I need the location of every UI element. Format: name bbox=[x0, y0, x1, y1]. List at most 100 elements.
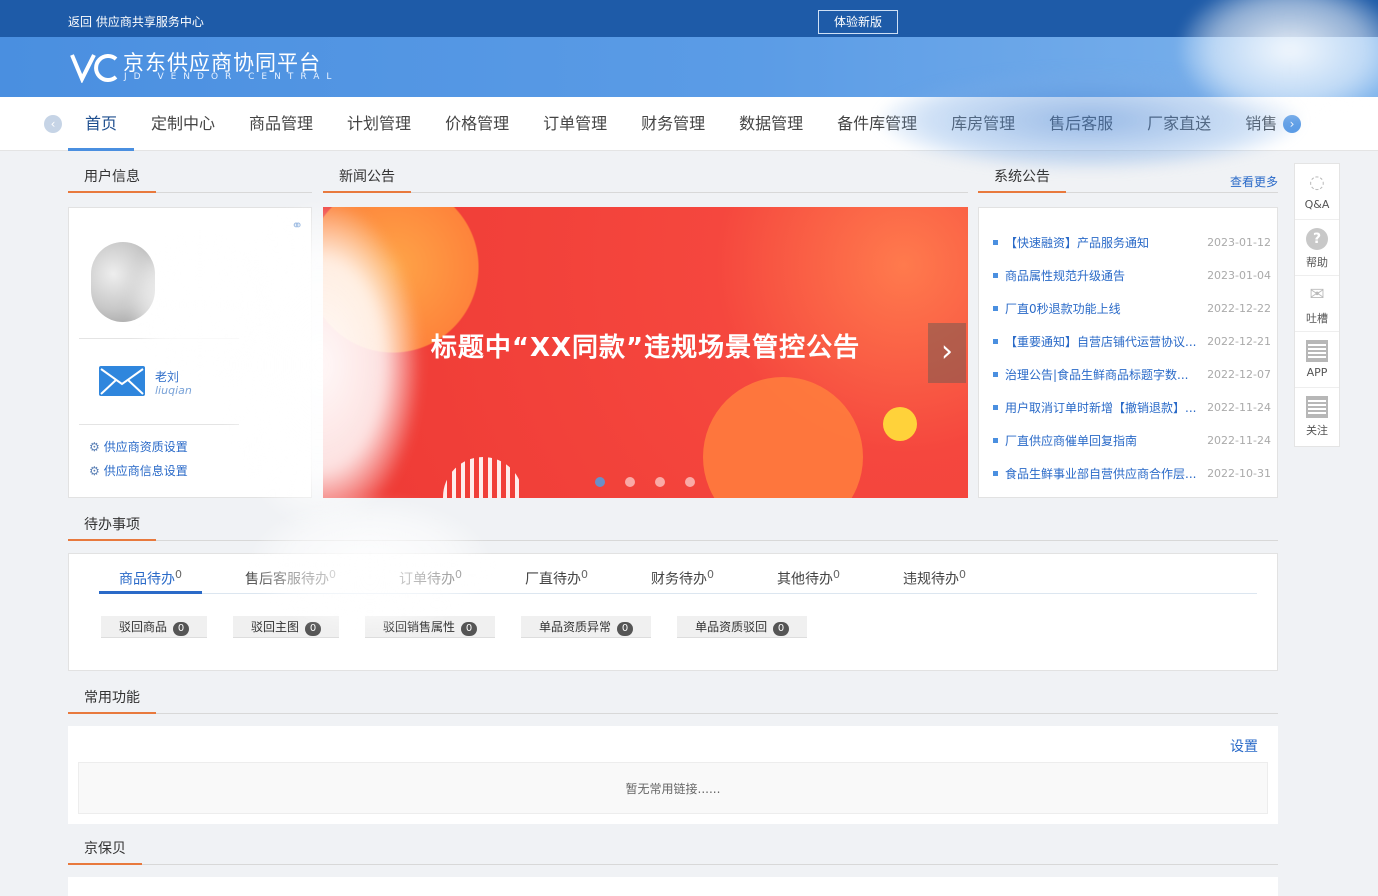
todo-tab-count: 0 bbox=[581, 568, 588, 581]
tool--button[interactable]: 关注 bbox=[1295, 388, 1339, 444]
todo-chip[interactable]: 驳回销售属性0 bbox=[365, 616, 495, 638]
notice-title: 【快速融资】产品服务通知 bbox=[1005, 234, 1199, 251]
supplier-qualification-settings-link[interactable]: ⚙供应商资质设置 bbox=[89, 438, 188, 455]
todo-tab-label: 商品待办 bbox=[119, 572, 175, 588]
bullet-icon bbox=[993, 372, 998, 377]
todo-tab[interactable]: 订单待办0 bbox=[379, 554, 482, 594]
todo-chip[interactable]: 驳回主图0 bbox=[233, 616, 339, 638]
tool--button[interactable]: ?帮助 bbox=[1295, 220, 1339, 276]
user-info-title: 用户信息 bbox=[68, 163, 156, 193]
user-name: 老刘 bbox=[155, 368, 179, 385]
todo-chip[interactable]: 单品资质异常 0 bbox=[521, 616, 651, 638]
empty-links-message: 暂无常用链接...... bbox=[78, 762, 1268, 814]
banner-dot[interactable] bbox=[685, 477, 695, 487]
tool--button[interactable]: ✉ 吐槽 bbox=[1295, 276, 1339, 332]
notice-date: 2023-01-04 bbox=[1207, 269, 1271, 282]
divider bbox=[79, 424, 239, 425]
chip-label: 单品资质异常 bbox=[539, 620, 611, 634]
chip-count: 0 bbox=[617, 622, 633, 636]
nav-item[interactable]: 价格管理 bbox=[428, 97, 526, 151]
todo-tab-count: 0 bbox=[833, 568, 840, 581]
back-link[interactable]: 返回 供应商共享服务中心 bbox=[68, 13, 204, 30]
notice-date: 2022-11-24 bbox=[1207, 434, 1271, 447]
system-notice-panel: 【快速融资】产品服务通知 2023-01-12 商品属性规范升级通告2023-01-… bbox=[978, 207, 1278, 498]
nav-item[interactable]: 计划管理 bbox=[330, 97, 428, 151]
tool-app-button[interactable]: APP bbox=[1295, 332, 1339, 388]
nav-item[interactable]: 数据管理 bbox=[722, 97, 820, 151]
bullet-icon bbox=[993, 339, 998, 344]
platform-subtitle: JD VENDOR CENTRAL bbox=[124, 72, 338, 82]
user-info-header: 用户信息 bbox=[68, 163, 312, 193]
todo-panel: 商品待办0售后客服待办0订单待办0厂直待办0财务待办0其他待办0违规待办0 驳回… bbox=[68, 553, 1278, 671]
jingbaobei-title: 京保贝 bbox=[68, 835, 142, 865]
top-bar: 返回 供应商共享服务中心 体验新版 bbox=[0, 0, 1378, 37]
notice-item[interactable]: 厂直供应商催单回复指南 2022-11-24 bbox=[993, 424, 1271, 457]
notice-item[interactable]: 厂直0秒退款功能上线2022-12-22 bbox=[993, 292, 1271, 325]
supplier-info-settings-link[interactable]: ⚙供应商信息设置 bbox=[89, 462, 188, 479]
notice-item[interactable]: 治理公告|食品生鲜商品标题字数...2022-12-07 bbox=[993, 358, 1271, 391]
todo-tab[interactable]: 厂直待办0 bbox=[505, 554, 608, 594]
nav-item[interactable]: 订单管理 bbox=[526, 97, 624, 151]
nav-item[interactable]: 库房管理 bbox=[934, 97, 1032, 151]
notice-title: 厂直供应商催单回复指南 bbox=[1005, 432, 1199, 449]
qr-code-icon bbox=[1306, 396, 1328, 418]
tool-label: 吐槽 bbox=[1295, 310, 1339, 326]
banner-next-arrow-icon[interactable]: › bbox=[928, 323, 966, 383]
todo-tab-label: 售后客服待办 bbox=[245, 572, 329, 588]
banner-dot[interactable] bbox=[655, 477, 665, 487]
banner-dot[interactable] bbox=[595, 477, 605, 487]
gear-icon: ⚙ bbox=[89, 440, 100, 454]
todo-tab[interactable]: 违规待办0 bbox=[883, 554, 986, 594]
notice-item[interactable]: 商品属性规范升级通告2023-01-04 bbox=[993, 259, 1271, 292]
notice-item[interactable]: 用户取消订单时新增【撤销退款】...2022-11-24 bbox=[993, 391, 1271, 424]
mail-icon: ✉ bbox=[1306, 284, 1328, 306]
nav-item[interactable]: 首页 bbox=[68, 97, 134, 151]
todo-tab[interactable]: 其他待办0 bbox=[757, 554, 860, 594]
nav-item[interactable]: 厂家直送 bbox=[1130, 97, 1228, 151]
tool-label: 帮助 bbox=[1295, 254, 1339, 270]
gear-icon: ⚙ bbox=[89, 464, 100, 478]
view-more-link[interactable]: 查看更多 bbox=[1230, 173, 1278, 190]
nav-item[interactable]: 商品管理 bbox=[232, 97, 330, 151]
tool-qa-button[interactable]: ◌Q&A bbox=[1295, 164, 1339, 220]
news-banner[interactable]: 标题中“XX同款”违规场景管控公告 › bbox=[323, 207, 968, 498]
notice-title: 治理公告|食品生鲜商品标题字数... bbox=[1005, 366, 1199, 383]
todo-tab-label: 其他待办 bbox=[777, 572, 833, 588]
nav-item[interactable]: 财务管理 bbox=[624, 97, 722, 151]
todo-chip[interactable]: 驳回商品0 bbox=[101, 616, 207, 638]
bullet-icon bbox=[993, 405, 998, 410]
bullet-icon bbox=[993, 273, 998, 278]
todo-tab-count: 0 bbox=[175, 568, 182, 581]
todo-tab[interactable]: 商品待办0 bbox=[99, 554, 202, 594]
notice-item[interactable]: 食品生鲜事业部自营供应商合作层...2022-10-31 bbox=[993, 457, 1271, 490]
todo-tab[interactable]: 财务待办0 bbox=[631, 554, 734, 594]
nav-scroll-left-icon[interactable]: ‹ bbox=[44, 115, 62, 133]
nav-scroll-right-icon[interactable]: › bbox=[1283, 115, 1301, 133]
nav-item[interactable]: 销售 bbox=[1228, 97, 1278, 151]
notice-item[interactable]: 【重要通知】自营店铺代运营协议...2022-12-21 bbox=[993, 325, 1271, 358]
nav-item[interactable]: 售后客服 bbox=[1032, 97, 1130, 151]
bullet-icon bbox=[993, 471, 998, 476]
qr-code-icon bbox=[1306, 340, 1328, 362]
notice-date: 2023-01-12 bbox=[1207, 236, 1271, 249]
todo-tab-count: 0 bbox=[455, 568, 462, 581]
nav-item[interactable]: 定制中心 bbox=[134, 97, 232, 151]
main-nav: ‹ 首页定制中心商品管理计划管理价格管理订单管理财务管理数据管理备件库管理库房管… bbox=[0, 97, 1378, 151]
notice-date: 2022-12-21 bbox=[1207, 335, 1271, 348]
todo-chip[interactable]: 单品资质驳回0 bbox=[677, 616, 807, 638]
banner-dot[interactable] bbox=[625, 477, 635, 487]
tool-label: Q&A bbox=[1295, 198, 1339, 211]
system-notice-title: 系统公告 bbox=[978, 163, 1066, 193]
news-title: 新闻公告 bbox=[323, 163, 411, 193]
notice-date: 2022-10-31 bbox=[1207, 467, 1271, 480]
settings-link[interactable]: 设置 bbox=[1230, 736, 1258, 756]
avatar[interactable] bbox=[91, 242, 155, 322]
notice-item[interactable]: 【快速融资】产品服务通知 2023-01-12 bbox=[993, 226, 1271, 259]
todo-tab-label: 财务待办 bbox=[651, 572, 707, 588]
banner-decoration bbox=[443, 457, 523, 498]
share-icon[interactable]: ⚭ bbox=[291, 218, 303, 234]
nav-item[interactable]: 备件库管理 bbox=[820, 97, 934, 151]
todo-tab[interactable]: 售后客服待办0 bbox=[225, 554, 356, 594]
mail-icon[interactable] bbox=[99, 366, 145, 396]
try-new-version-button[interactable]: 体验新版 bbox=[818, 10, 898, 34]
